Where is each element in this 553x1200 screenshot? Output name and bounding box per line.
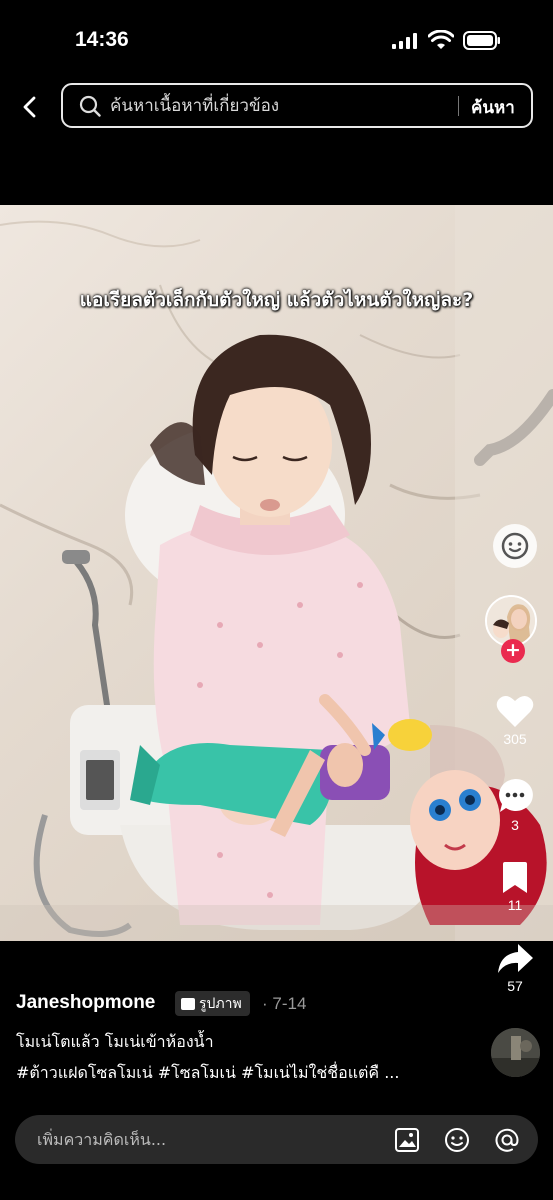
face-button[interactable] — [485, 522, 545, 570]
author-name[interactable]: Janeshopmone — [16, 992, 155, 1014]
comment-bar[interactable] — [15, 1115, 538, 1164]
emoji-icon[interactable] — [444, 1127, 470, 1153]
back-button[interactable] — [12, 90, 46, 124]
status-time: 14:36 — [75, 28, 129, 51]
search-box[interactable]: ค้นหา — [61, 83, 533, 128]
search-input[interactable] — [110, 85, 450, 126]
save-count: 11 — [507, 897, 523, 913]
comment-count: 3 — [511, 817, 519, 833]
status-bar: 14:36 — [0, 0, 553, 80]
post-photo[interactable]: แอเรียลตัวเล็กกับตัวใหญ่ แล้วตัวไหนตัวให… — [0, 205, 553, 941]
back-arrow-icon — [23, 96, 36, 118]
post-type-label: รูปภาพ — [199, 995, 242, 1012]
comment-button[interactable]: 3 — [485, 777, 545, 833]
search-icon — [79, 95, 101, 117]
share-count: 57 — [507, 978, 523, 994]
post-hashtags[interactable]: #ต้าวแฝดโซลโมเน่ #โซลโมเน่ #โมเน่ไม่ใช่ช… — [16, 1061, 466, 1086]
search-divider — [458, 96, 459, 116]
photo-type-icon — [181, 997, 195, 1010]
comment-icon — [499, 778, 533, 812]
like-button[interactable]: 305 — [485, 693, 545, 747]
share-button[interactable]: 57 — [485, 942, 545, 994]
wifi-icon — [428, 30, 454, 49]
share-icon — [498, 944, 533, 973]
mention-icon[interactable] — [494, 1127, 520, 1153]
comment-input[interactable] — [37, 1115, 377, 1164]
author-avatar-button[interactable]: + — [485, 595, 543, 665]
image-icon[interactable] — [394, 1127, 420, 1153]
like-count: 305 — [503, 731, 527, 747]
post-date: · 7-14 — [262, 994, 307, 1013]
heart-icon — [496, 695, 534, 727]
follow-plus-icon[interactable]: + — [501, 639, 525, 663]
overlay-caption: แอเรียลตัวเล็กกับตัวใหญ่ แล้วตัวไหนตัวให… — [79, 289, 474, 311]
music-thumbnail[interactable] — [491, 1028, 540, 1077]
save-button[interactable]: 11 — [485, 861, 545, 913]
music-disc-image — [491, 1028, 540, 1077]
post-title: โมเน่โตแล้ว โมเน่เข้าห้องน้ำ — [16, 1032, 214, 1051]
post-type-badge: รูปภาพ — [175, 991, 250, 1016]
battery-icon — [463, 31, 500, 50]
photo-illustration — [0, 205, 553, 941]
bookmark-icon — [503, 862, 527, 893]
signal-icon — [392, 33, 417, 49]
search-button[interactable]: ค้นหา — [471, 94, 515, 121]
face-icon — [493, 524, 537, 568]
